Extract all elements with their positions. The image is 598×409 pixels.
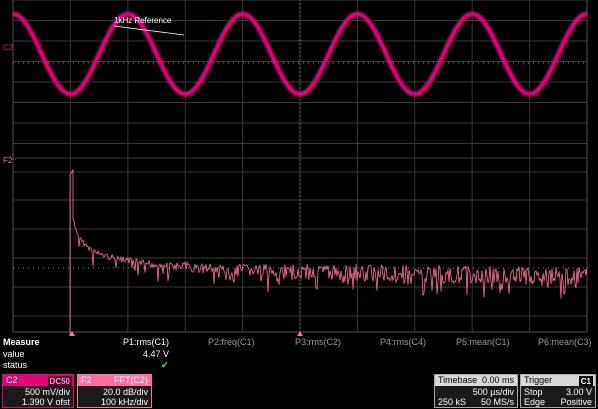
trigger-slope: Positive [560, 397, 592, 407]
trigger-title: Trigger [524, 375, 553, 385]
param-p2-name[interactable]: P2:freq(C1) [208, 337, 255, 348]
status-bar: C2 DC50 500 mV/div 1.390 V ofst F2 FFT(C… [0, 372, 598, 409]
timebase-title: Timebase [438, 375, 478, 385]
reference-annotation: 1kHz Reference [114, 16, 172, 25]
f2-hz-per-div: 100 kHz/div [100, 397, 148, 407]
measure-table: Measure value status P1:rms(C1) 4.47 V ✔… [0, 336, 598, 372]
timebase-descriptor[interactable]: Timebase 0.00 ms 500 µs/div 250 kS 50 MS… [434, 374, 518, 408]
timebase-delay: 0.00 ms [481, 375, 514, 385]
param-p1-value: 4.47 V [143, 349, 170, 359]
f2-function-type: FFT(C2) [114, 375, 148, 385]
measure-status-label: status [3, 360, 28, 370]
c2-channel-name: C2 [6, 375, 18, 385]
measure-value-label: value [3, 349, 25, 359]
trigger-type: Edge [524, 397, 546, 407]
param-p1-status-icon: ✔ [161, 360, 169, 370]
f2-function-name: F2 [81, 375, 92, 385]
param-p6-name[interactable]: P6:mean(C3) [538, 337, 592, 348]
f2-function-descriptor[interactable]: F2 FFT(C2) 20.0 dB/div 100 kHz/div [77, 374, 152, 408]
param-p1-name[interactable]: P1:rms(C1) [123, 337, 169, 348]
measure-header: Measure [3, 337, 40, 347]
f2-fft-trace [69, 168, 588, 335]
c2-coupling-badge: DC50 [47, 376, 72, 387]
c2-channel-descriptor[interactable]: C2 DC50 500 mV/div 1.390 V ofst [2, 374, 74, 408]
f2-trace-line [69, 168, 588, 335]
scope-display: C2 F2 1kHz Reference [0, 0, 598, 336]
param-p3-name[interactable]: P3:rms(C2) [295, 337, 341, 348]
timebase-samples: 250 kS [438, 397, 467, 407]
param-p4-name[interactable]: P4:rms(C4) [380, 337, 426, 348]
trigger-descriptor[interactable]: Trigger C1 Stop 3.00 V Edge Positive [520, 374, 596, 408]
timebase-sample-rate: 50 MS/s [480, 397, 514, 407]
f2-trace-marker: F2 [3, 156, 13, 165]
c2-offset: 1.390 V ofst [21, 397, 70, 407]
c2-trace-marker: C2 [3, 43, 14, 52]
param-p5-name[interactable]: P5:mean(C1) [456, 337, 510, 348]
